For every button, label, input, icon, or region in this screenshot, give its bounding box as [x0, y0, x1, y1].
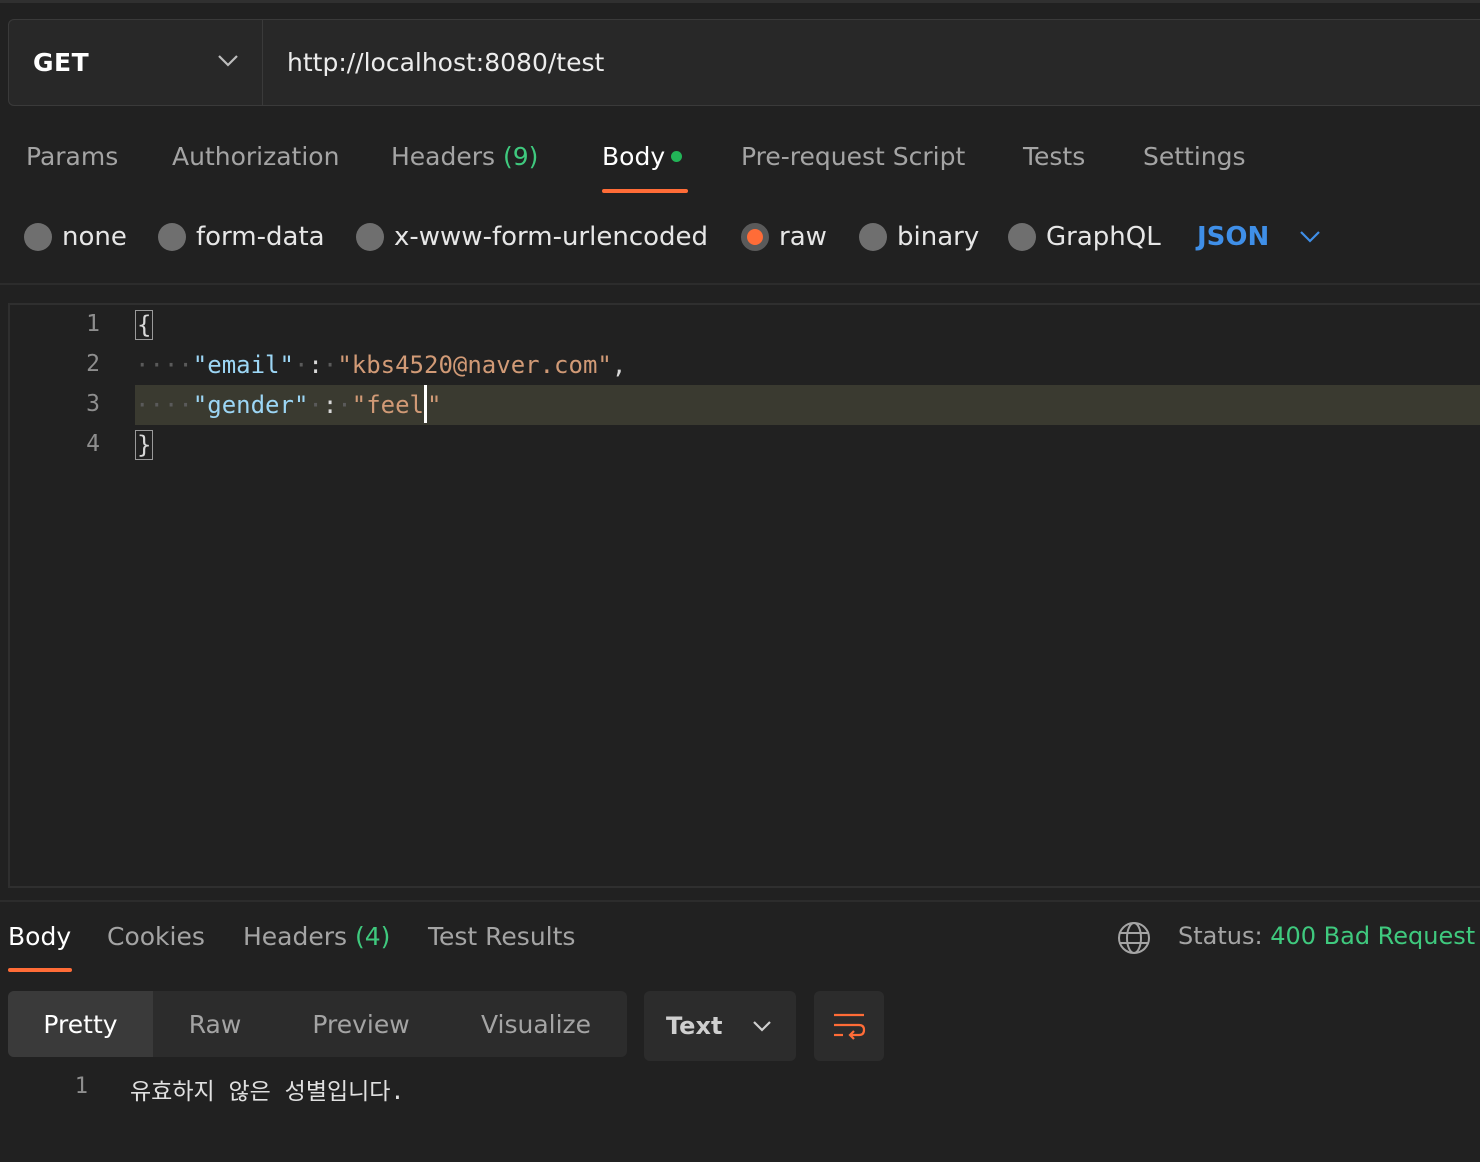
section-divider	[0, 283, 1480, 285]
view-mode-pretty[interactable]: Pretty	[8, 991, 153, 1057]
comma: ,	[611, 351, 627, 379]
radio-raw-circle	[741, 223, 769, 251]
active-tab-indicator	[602, 189, 688, 193]
code-line-2: ····"email"·:·"kbs4520@naver.com",	[135, 345, 626, 385]
radio-form-data-circle	[158, 223, 186, 251]
code-line-3: ····"gender"·:·"feel "	[135, 385, 441, 425]
radio-graphql[interactable]: GraphQL	[1008, 222, 1161, 252]
tab-body[interactable]: Body	[602, 142, 683, 171]
tab-prerequest-script[interactable]: Pre-request Script	[741, 142, 965, 171]
email-key: "email"	[192, 351, 294, 379]
response-headers-count-badge: (4)	[355, 922, 391, 951]
top-border	[0, 0, 1480, 3]
whitespace-dot: ·	[308, 391, 323, 419]
view-mode-selector: Pretty Raw Preview Visualize	[8, 991, 627, 1057]
tab-body-label: Body	[602, 142, 666, 171]
line-number: 4	[86, 431, 100, 457]
method-label: GET	[33, 48, 90, 77]
indent-whitespace: ····	[135, 351, 193, 379]
open-brace: {	[135, 310, 154, 340]
code-line-1: {	[135, 305, 154, 345]
status-value: 400 Bad Request	[1270, 922, 1476, 950]
radio-urlencoded-circle	[356, 223, 384, 251]
request-tabs: Params Authorization Headers (9) Body Pr…	[0, 130, 1480, 196]
tab-headers[interactable]: Headers (9)	[391, 142, 538, 171]
radio-none-circle	[24, 223, 52, 251]
chevron-down-icon	[1300, 231, 1321, 243]
request-body-editor[interactable]: 1 2 3 4 { ····"email"·:·"kbs4520@naver.c…	[8, 303, 1480, 888]
line-number: 1	[86, 311, 100, 337]
whitespace-dot: ·	[322, 351, 338, 379]
line-number: 3	[86, 391, 100, 417]
radio-form-data[interactable]: form-data	[158, 222, 325, 252]
whitespace-dot: ·	[293, 351, 309, 379]
gender-value-close: "	[427, 391, 442, 419]
url-text: http://localhost:8080/test	[287, 48, 605, 77]
response-body-text: 유효하지 않은 성별입니다.	[130, 1079, 405, 1105]
chevron-down-icon	[753, 1020, 772, 1032]
code-line-4: }	[135, 425, 154, 465]
radio-form-data-label: form-data	[196, 222, 325, 252]
tab-authorization[interactable]: Authorization	[172, 142, 339, 171]
chevron-down-icon	[218, 55, 238, 67]
body-type-selector: none form-data x-www-form-urlencoded raw…	[0, 212, 1480, 268]
line-number: 2	[86, 351, 100, 377]
colon: :	[322, 391, 338, 419]
radio-raw-label: raw	[779, 222, 827, 252]
radio-binary-label: binary	[897, 222, 980, 252]
text-cursor	[424, 385, 427, 423]
indent-whitespace: ····	[135, 391, 193, 419]
radio-graphql-circle	[1008, 223, 1036, 251]
gender-key: "gender"	[192, 391, 309, 419]
tab-settings[interactable]: Settings	[1143, 142, 1246, 171]
response-active-tab-indicator	[8, 968, 72, 972]
method-select[interactable]: GET	[9, 20, 263, 105]
view-mode-visualize[interactable]: Visualize	[445, 991, 627, 1057]
response-status[interactable]: Status: 400 Bad Request	[1178, 922, 1475, 950]
whitespace-dot: ·	[337, 391, 352, 419]
wrap-lines-icon	[834, 1013, 866, 1040]
raw-format-label: JSON	[1197, 222, 1270, 252]
radio-none[interactable]: none	[24, 222, 127, 252]
tab-params[interactable]: Params	[26, 142, 118, 171]
response-format-select[interactable]: Text	[644, 991, 796, 1061]
radio-urlencoded[interactable]: x-www-form-urlencoded	[356, 222, 708, 252]
response-tab-headers-label: Headers	[243, 922, 348, 951]
tab-headers-label: Headers	[391, 142, 496, 171]
response-format-label: Text	[666, 1012, 723, 1040]
response-divider	[0, 900, 1480, 902]
view-mode-preview[interactable]: Preview	[277, 991, 445, 1057]
radio-binary-circle	[859, 223, 887, 251]
response-tab-cookies[interactable]: Cookies	[107, 922, 205, 951]
radio-graphql-label: GraphQL	[1046, 222, 1161, 252]
response-tab-body[interactable]: Body	[8, 922, 71, 951]
radio-raw[interactable]: raw	[741, 222, 827, 252]
headers-count-badge: (9)	[503, 142, 539, 171]
radio-none-label: none	[62, 222, 127, 252]
raw-format-select[interactable]: JSON	[1197, 222, 1321, 252]
response-tabs: Body Cookies Headers (4) Test Results St…	[0, 916, 1480, 976]
close-brace: }	[135, 430, 154, 460]
url-input[interactable]: http://localhost:8080/test	[263, 20, 604, 105]
radio-binary[interactable]: binary	[859, 222, 979, 252]
radio-urlencoded-label: x-www-form-urlencoded	[394, 222, 709, 252]
globe-icon[interactable]	[1116, 920, 1152, 956]
gender-value: "feel	[351, 391, 424, 419]
response-tab-headers[interactable]: Headers (4)	[243, 922, 390, 951]
tab-tests[interactable]: Tests	[1023, 142, 1085, 171]
wrap-lines-button[interactable]	[814, 991, 884, 1061]
view-mode-raw[interactable]: Raw	[153, 991, 277, 1057]
body-modified-dot	[671, 150, 683, 162]
status-label: Status:	[1178, 922, 1263, 950]
url-bar: GET http://localhost:8080/test	[8, 19, 1480, 106]
response-tab-test-results[interactable]: Test Results	[428, 922, 575, 951]
response-line-number: 1	[74, 1074, 88, 1099]
colon: :	[308, 351, 323, 379]
email-value: "kbs4520@naver.com"	[337, 351, 612, 379]
